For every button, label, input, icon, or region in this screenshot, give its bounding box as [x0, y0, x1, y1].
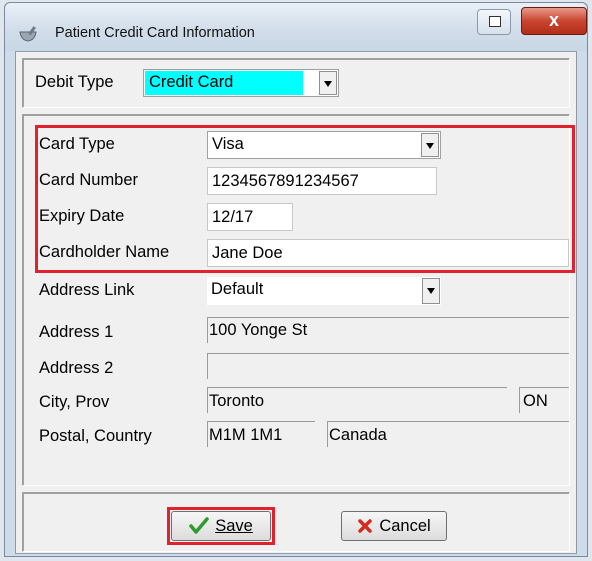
city-field[interactable]: Toronto — [207, 387, 507, 415]
window-title: Patient Credit Card Information — [55, 25, 255, 41]
save-button[interactable]: Save — [171, 511, 271, 541]
province-field-top — [519, 387, 569, 388]
button-panel: Save Cancel — [22, 492, 570, 552]
card-fields-highlight — [35, 125, 575, 273]
restore-icon — [489, 16, 501, 27]
debit-type-label: Debit Type — [35, 73, 114, 91]
title-bar[interactable]: Patient Credit Card Information x — [5, 3, 587, 51]
dialog-window: Patient Credit Card Information x Debit … — [4, 2, 588, 557]
restore-button[interactable] — [477, 9, 511, 35]
province-field-edge — [519, 387, 520, 413]
address-2-label: Address 2 — [39, 359, 114, 377]
checkmark-icon — [189, 517, 209, 534]
city-prov-label: City, Prov — [39, 393, 110, 411]
province-field[interactable]: ON — [519, 387, 569, 415]
close-button[interactable]: x — [521, 7, 587, 35]
postal-code-field-edge — [207, 421, 208, 447]
country-field-edge — [327, 421, 328, 447]
address-link-dropdown-button[interactable] — [422, 278, 440, 304]
city-field-top — [207, 387, 507, 388]
save-label: Save — [215, 516, 253, 535]
address-2-field[interactable] — [207, 353, 569, 381]
address-1-field-edge — [207, 317, 208, 343]
city-field-edge — [207, 387, 208, 413]
postal-code-field[interactable]: M1M 1M1 — [207, 421, 315, 449]
chevron-down-icon — [324, 81, 332, 87]
x-icon — [358, 519, 373, 533]
postal-country-label: Postal, Country — [39, 427, 152, 445]
debit-type-dropdown-button[interactable] — [319, 71, 337, 95]
cancel-label: Cancel — [379, 516, 431, 535]
card-details-panel: Card Type Visa Card Number 1234567891234… — [22, 114, 575, 486]
dialog-client-area: Debit Type Credit Card Card Type Visa Ca… — [15, 51, 577, 554]
address-1-field-top — [207, 317, 569, 318]
address-2-field-top — [207, 353, 569, 354]
postal-code-field-top — [207, 421, 315, 422]
address-2-field-edge — [207, 353, 208, 379]
debit-type-select[interactable]: Credit Card — [143, 69, 339, 97]
address-link-value: Default — [211, 280, 264, 298]
address-link-label: Address Link — [39, 281, 135, 299]
mortar-pestle-icon — [19, 26, 37, 42]
debit-type-panel: Debit Type Credit Card — [22, 58, 570, 108]
cancel-button[interactable]: Cancel — [341, 511, 447, 541]
country-field[interactable]: Canada — [327, 421, 569, 449]
debit-type-value: Credit Card — [149, 73, 234, 91]
address-1-label: Address 1 — [39, 323, 114, 341]
address-1-field[interactable]: 100 Yonge St — [207, 317, 569, 345]
address-link-select[interactable]: Default — [207, 277, 441, 305]
chevron-down-icon — [427, 288, 435, 294]
close-icon: x — [548, 10, 559, 30]
country-field-top — [327, 421, 569, 422]
